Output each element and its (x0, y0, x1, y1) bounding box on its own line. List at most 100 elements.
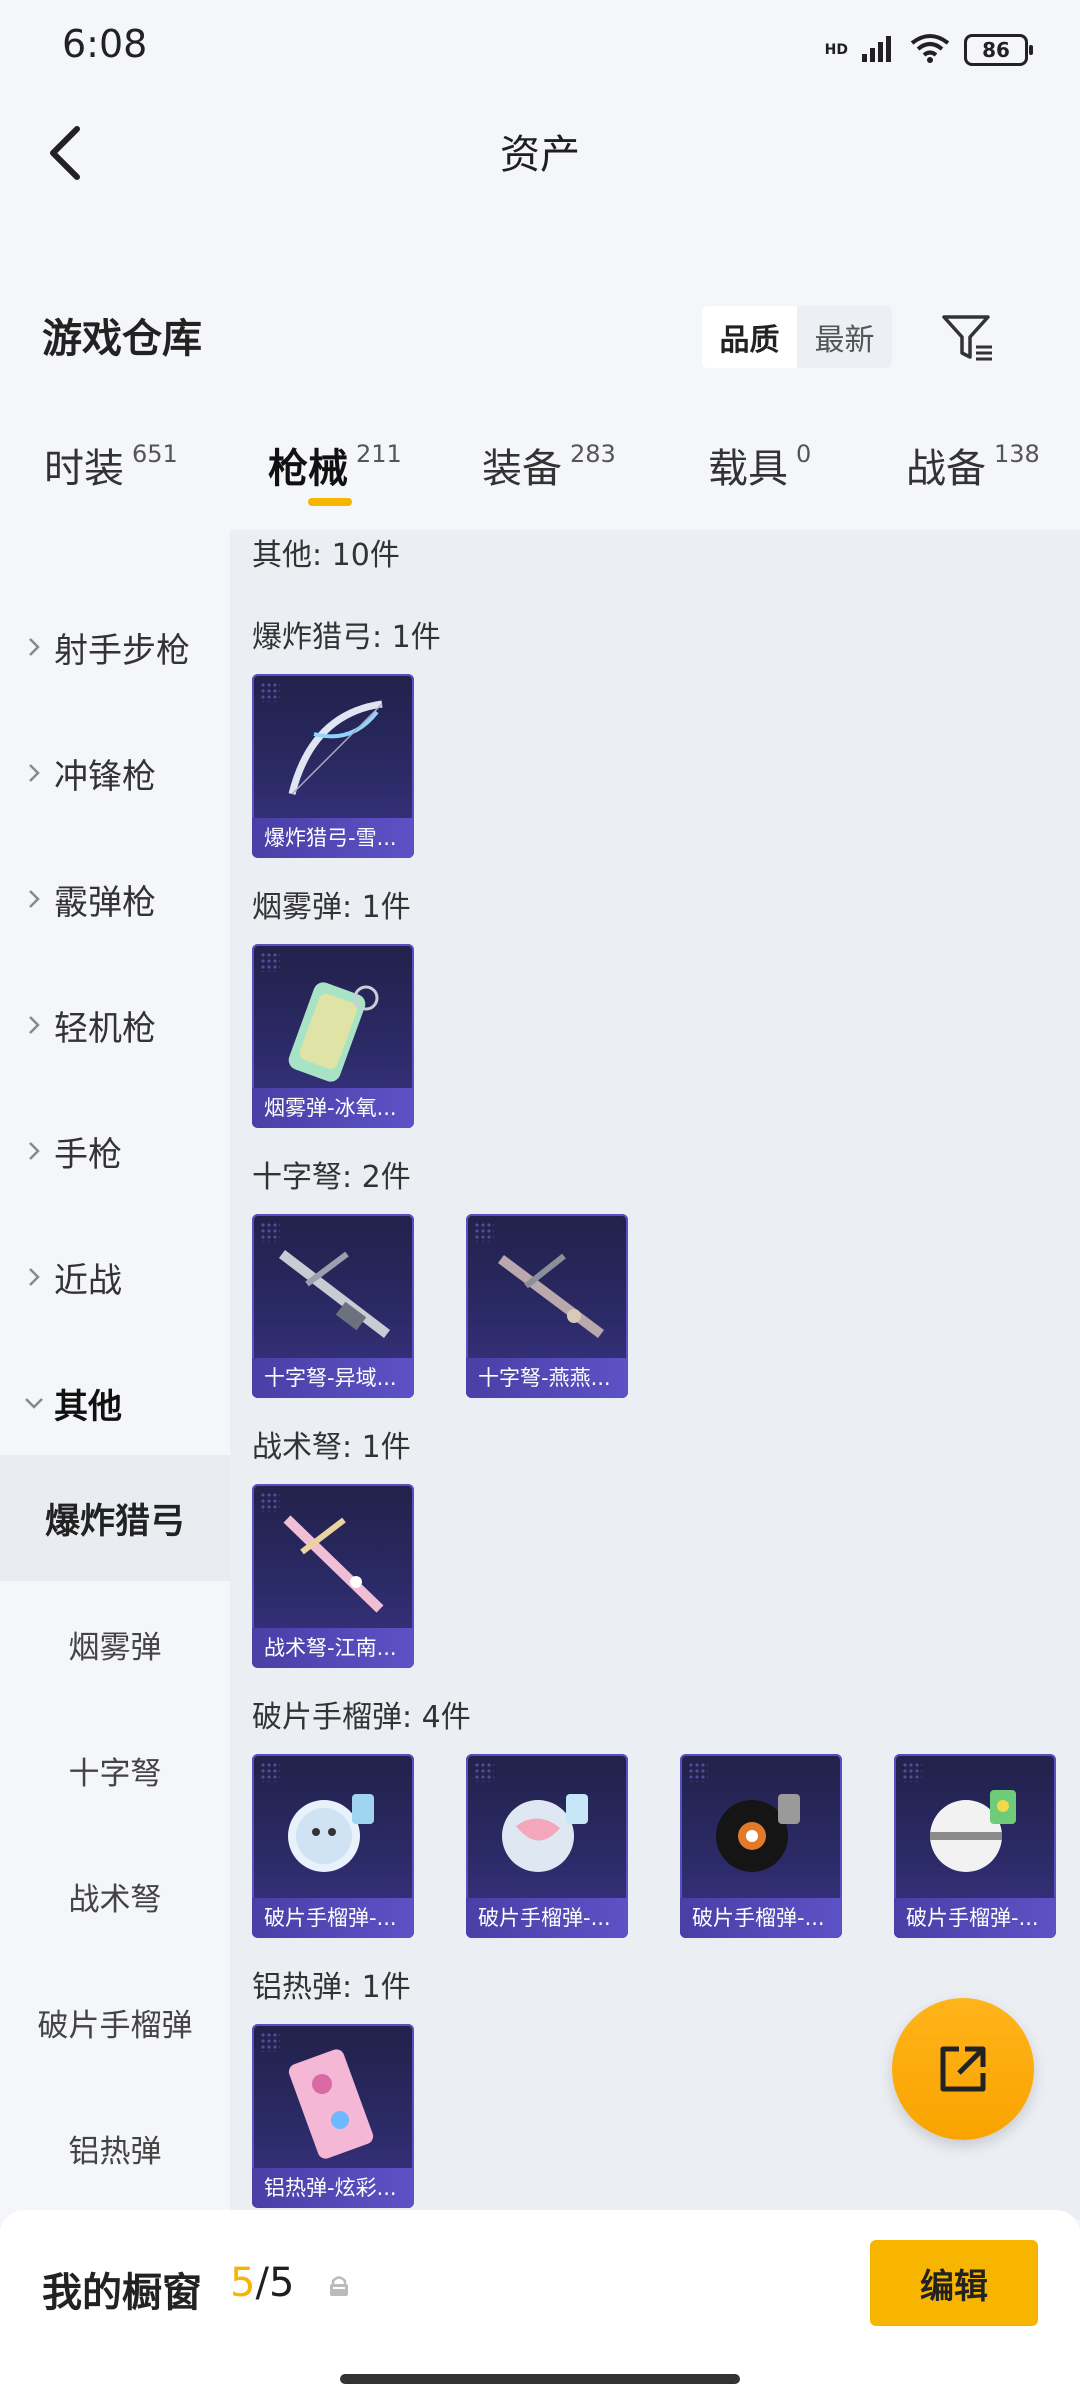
frag-grenade-icon (930, 1790, 1016, 1872)
group-title: 爆炸猎弓: 1件 (252, 620, 441, 655)
category-tabs: 时装 651 枪械 211 装备 283 载具 0 战备 138 (0, 402, 1080, 530)
active-tab-indicator (308, 498, 352, 506)
item-card[interactable]: 烟雾弹-冰氧... (252, 944, 414, 1128)
sidebar: 射手步枪 冲锋枪 霰弹枪 轻机枪 手枪 近战 其他 爆炸猎弓 烟雾弹 十字弩 战… (0, 530, 230, 2220)
crossbow-icon (278, 1250, 391, 1338)
tab-firearms[interactable]: 枪械 211 (268, 436, 402, 494)
wifi-icon (910, 33, 950, 67)
sidebar-item-label: 手枪 (54, 1134, 122, 1175)
sidebar-item-marksman-rifle[interactable]: 射手步枪 (0, 584, 230, 710)
item-name: 爆炸猎弓-雪... (252, 818, 414, 858)
showcase-label: 我的橱窗 (42, 2270, 202, 2316)
sort-quality-button[interactable]: 品质 (702, 306, 797, 368)
showcase-total: 5 (268, 2260, 295, 2306)
home-indicator (340, 2374, 740, 2384)
tab-count: 0 (796, 440, 812, 468)
filter-icon (942, 315, 992, 361)
item-card[interactable]: 破片手榴弹-... (466, 1754, 628, 1938)
sidebar-sub-explosive-bow[interactable]: 爆炸猎弓 (0, 1455, 230, 1581)
sidebar-item-label: 近战 (54, 1260, 122, 1301)
tab-supplies[interactable]: 战备 138 (906, 436, 1040, 494)
frag-grenade-icon (288, 1794, 374, 1872)
tab-count: 651 (132, 440, 178, 468)
tab-label: 装备 (482, 446, 562, 492)
sidebar-sub-thermite[interactable]: 铝热弹 (0, 2085, 230, 2211)
page-title: 资产 (500, 132, 580, 178)
sort-newest-button[interactable]: 最新 (797, 306, 892, 368)
item-card[interactable]: 十字弩-异域... (252, 1214, 414, 1398)
item-card[interactable]: 破片手榴弹-... (252, 1754, 414, 1938)
item-card[interactable]: 铝热弹-炫彩... (252, 2024, 414, 2208)
tactical-crossbow-icon (283, 1515, 384, 1613)
showcase-used: 5 (230, 2260, 256, 2306)
group-title: 铝热弹: 1件 (252, 1970, 411, 2005)
sidebar-item-pistol[interactable]: 手枪 (0, 1088, 230, 1214)
chevron-right-icon (14, 762, 54, 784)
frag-grenade-icon (716, 1794, 800, 1872)
tab-label: 战备 (906, 446, 986, 492)
sort-toggle: 品质 最新 (702, 306, 892, 368)
status-time: 6:08 (62, 22, 148, 66)
summary-heading: 其他: 10件 (252, 538, 400, 573)
item-card[interactable]: 破片手榴弹-... (894, 1754, 1056, 1938)
tab-vehicles[interactable]: 载具 0 (708, 436, 811, 494)
battery-icon: 86 (964, 34, 1033, 66)
smoke-grenade-icon (288, 982, 379, 1082)
item-name: 烟雾弹-冰氧... (252, 1088, 414, 1128)
item-card[interactable]: 十字弩-燕燕... (466, 1214, 628, 1398)
item-card[interactable]: 战术弩-江南... (252, 1484, 414, 1668)
sidebar-item-shotgun[interactable]: 霰弹枪 (0, 836, 230, 962)
network-hd-label: HD (824, 42, 848, 58)
sidebar-sub-tactical-crossbow[interactable]: 战术弩 (0, 1833, 230, 1959)
item-list: 其他: 10件 爆炸猎弓: 1件 爆炸猎弓-雪... 烟雾弹: 1件 烟雾弹-冰… (230, 530, 1080, 2220)
item-name: 破片手榴弹-... (894, 1898, 1056, 1938)
group-title: 十字弩: 2件 (252, 1160, 411, 1195)
group-title: 战术弩: 1件 (252, 1430, 411, 1465)
chevron-right-icon (14, 888, 54, 910)
warehouse-header: 游戏仓库 品质 最新 (0, 206, 1080, 402)
status-icons: HD 86 (824, 30, 1033, 70)
group-title: 烟雾弹: 1件 (252, 890, 411, 925)
tab-equipment[interactable]: 装备 283 (482, 436, 616, 494)
chevron-down-icon (14, 1396, 54, 1410)
thermite-icon (288, 2049, 374, 2159)
sidebar-sub-smoke-grenade[interactable]: 烟雾弹 (0, 1581, 230, 1707)
lock-icon (328, 2274, 350, 2302)
sidebar-item-label: 其他 (54, 1386, 122, 1427)
tab-label: 枪械 (268, 446, 348, 492)
tab-label: 载具 (708, 446, 788, 492)
crossbow-icon (498, 1253, 604, 1338)
sidebar-item-lmg[interactable]: 轻机枪 (0, 962, 230, 1088)
frag-grenade-icon (502, 1794, 588, 1872)
group-title: 破片手榴弹: 4件 (252, 1700, 471, 1735)
warehouse-title: 游戏仓库 (42, 316, 202, 362)
chevron-right-icon (14, 1266, 54, 1288)
chevron-right-icon (14, 636, 54, 658)
filter-button[interactable] (936, 306, 1000, 370)
showcase-separator: / (255, 2260, 269, 2306)
showcase-bar: 我的橱窗 5/5 编辑 (0, 2210, 1080, 2400)
sidebar-item-smg[interactable]: 冲锋枪 (0, 710, 230, 836)
sidebar-sub-crossbow[interactable]: 十字弩 (0, 1707, 230, 1833)
item-name: 战术弩-江南... (252, 1628, 414, 1668)
signal-icon (862, 34, 896, 66)
sidebar-item-other[interactable]: 其他 (0, 1340, 230, 1466)
item-name: 破片手榴弹-... (252, 1898, 414, 1938)
sidebar-item-label: 霰弹枪 (54, 882, 156, 923)
sidebar-sub-frag-grenade[interactable]: 破片手榴弹 (0, 1959, 230, 2085)
share-icon (940, 2046, 986, 2092)
bow-icon (288, 700, 383, 795)
edit-button[interactable]: 编辑 (870, 2240, 1038, 2326)
chevron-right-icon (14, 1014, 54, 1036)
share-button[interactable] (892, 1998, 1034, 2140)
item-card[interactable]: 爆炸猎弓-雪... (252, 674, 414, 858)
tab-label: 时装 (44, 446, 124, 492)
status-bar: 6:08 HD 86 (0, 0, 1080, 96)
top-bar: 资产 (0, 96, 1080, 206)
tab-fashion[interactable]: 时装 651 (44, 436, 178, 494)
item-name: 铝热弹-炫彩... (252, 2168, 414, 2208)
tab-count: 211 (356, 440, 402, 468)
item-card[interactable]: 破片手榴弹-... (680, 1754, 842, 1938)
item-name: 十字弩-异域... (252, 1358, 414, 1398)
sidebar-item-melee[interactable]: 近战 (0, 1214, 230, 1340)
